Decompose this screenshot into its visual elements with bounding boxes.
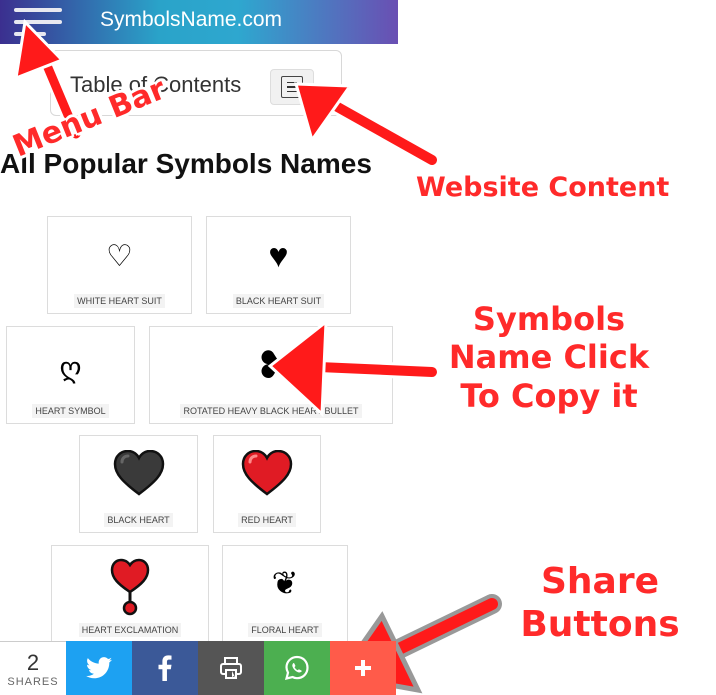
more-share-button[interactable]: [330, 641, 396, 695]
annotation-line: To Copy it: [460, 376, 638, 415]
list-toggle-icon: [281, 76, 303, 98]
symbol-card-heart-exclamation[interactable]: HEART EXCLAMATION: [51, 545, 209, 643]
black-heart-symbol: [80, 449, 197, 502]
whatsapp-share-button[interactable]: [264, 641, 330, 695]
top-bar: SymbolsName.com: [0, 0, 398, 44]
site-title[interactable]: SymbolsName.com: [100, 8, 282, 32]
black-heart-suit-symbol: ♥: [268, 237, 289, 275]
floral-heart-symbol: ❦: [271, 565, 299, 601]
whatsapp-icon: [284, 655, 309, 681]
twitter-share-button[interactable]: [66, 641, 132, 695]
symbol-card-label: BLACK HEART SUIT: [232, 294, 325, 308]
annotation-line: Buttons: [520, 604, 680, 646]
symbol-card-floral-heart[interactable]: ❦ FLORAL HEART: [222, 545, 348, 643]
annotation-line: Symbols: [472, 300, 626, 338]
annotation-line: Share: [540, 561, 660, 602]
symbol-card-heart-symbol[interactable]: ღ HEART SYMBOL: [6, 326, 135, 424]
annotation-line: Name Click: [448, 338, 650, 377]
symbol-card-label: RED HEART: [238, 513, 296, 527]
hamburger-menu-icon[interactable]: [14, 8, 62, 36]
printer-icon: [220, 657, 242, 679]
symbol-card-label: HEART SYMBOL: [32, 404, 109, 418]
symbol-card-label: HEART EXCLAMATION: [78, 623, 182, 637]
symbol-card-label: BLACK HEART: [104, 513, 173, 527]
symbol-card-label: FLORAL HEART: [248, 623, 322, 637]
symbol-card-black-heart[interactable]: BLACK HEART: [79, 435, 198, 533]
heart-symbol-glyph: ღ: [59, 352, 82, 383]
twitter-bird-icon: [86, 657, 112, 679]
symbol-card-label: WHITE HEART SUIT: [74, 294, 165, 308]
symbol-card-black-heart-suit[interactable]: ♥ BLACK HEART SUIT: [206, 216, 351, 314]
facebook-f-icon: [158, 655, 172, 681]
toc-toggle-button[interactable]: [270, 69, 314, 105]
share-buttons-annotation: Share Buttons: [500, 560, 700, 646]
symbols-click-annotation: Symbols Name Click To Copy it: [436, 300, 662, 415]
heart-exclamation-symbol: [52, 558, 208, 618]
website-content-annotation: Website Content: [416, 172, 670, 203]
symbol-card-rotated-heavy-black-heart-bullet[interactable]: ❥ ROTATED HEAVY BLACK HEART BULLET: [149, 326, 393, 424]
facebook-share-button[interactable]: [132, 641, 198, 695]
share-count-label: SHARES: [7, 676, 59, 688]
share-count-number: 2: [26, 650, 40, 675]
share-count: 2 SHARES: [0, 641, 66, 695]
red-heart-symbol: [214, 449, 320, 502]
symbol-card-red-heart[interactable]: RED HEART: [213, 435, 321, 533]
symbol-card-label: ROTATED HEAVY BLACK HEART BULLET: [180, 404, 362, 418]
share-bar: 2 SHARES: [0, 641, 398, 695]
page-heading: All Popular Symbols Names: [0, 148, 372, 179]
symbol-card-white-heart-suit[interactable]: ♡ WHITE HEART SUIT: [47, 216, 192, 314]
plus-icon: [355, 660, 371, 676]
rotated-heart-bullet-symbol: ❥: [255, 345, 287, 387]
white-heart-suit-symbol: ♡: [106, 240, 133, 273]
print-share-button[interactable]: [198, 641, 264, 695]
